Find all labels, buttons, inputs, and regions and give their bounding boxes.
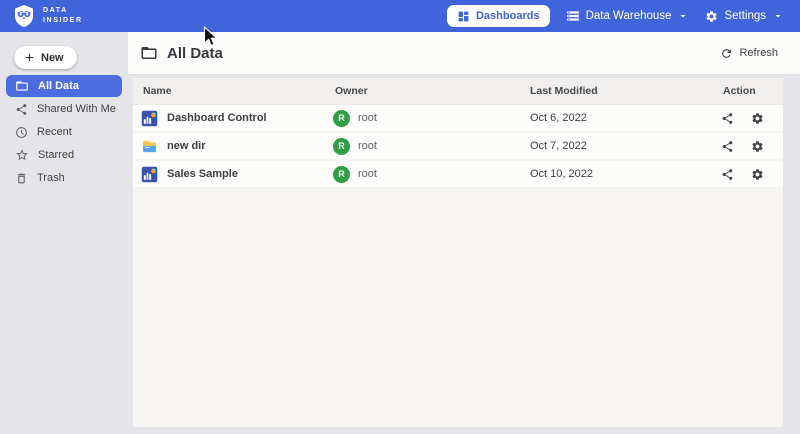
- sidebar-item-shared-with-me[interactable]: Shared With Me: [6, 98, 122, 120]
- table-header-row: Name Owner Last Modified Action: [133, 78, 783, 105]
- owl-logo-icon: [12, 4, 36, 28]
- dashboards-label: Dashboards: [476, 10, 540, 22]
- new-button-label: New: [41, 52, 64, 64]
- top-nav: Dashboards Data Warehouse Settings: [447, 0, 784, 32]
- last-modified-cell: Oct 6, 2022: [520, 112, 713, 124]
- owner-avatar: R: [333, 166, 350, 183]
- sidebar-item-all-data[interactable]: All Data: [6, 75, 122, 97]
- gear-icon[interactable]: [751, 112, 764, 125]
- file-name: Sales Sample: [167, 168, 238, 180]
- page-title: All Data: [140, 44, 223, 62]
- name-cell: Dashboard Control: [133, 110, 325, 127]
- folder-icon: [15, 79, 29, 93]
- refresh-label: Refresh: [739, 47, 778, 59]
- star-icon: [15, 148, 29, 162]
- owner-name: root: [358, 112, 377, 124]
- chevron-down-icon: [677, 10, 689, 22]
- trash-icon: [15, 172, 28, 185]
- share-icon[interactable]: [721, 168, 734, 181]
- action-cell: [713, 112, 783, 125]
- owner-cell: R root: [325, 110, 520, 127]
- page-title-text: All Data: [167, 45, 223, 62]
- data-warehouse-label: Data Warehouse: [586, 10, 672, 22]
- gear-icon[interactable]: [751, 140, 764, 153]
- content-header: All Data Refresh: [128, 32, 800, 75]
- file-name: new dir: [167, 140, 206, 152]
- brand-name: DATA INSIDER: [43, 6, 83, 26]
- dashboards-button[interactable]: Dashboards: [447, 5, 550, 27]
- chevron-down-icon: [772, 10, 784, 22]
- owner-name: root: [358, 140, 377, 152]
- sidebar-item-label: Trash: [37, 172, 65, 184]
- data-warehouse-menu[interactable]: Data Warehouse: [566, 9, 690, 23]
- share-icon[interactable]: [721, 112, 734, 125]
- sidebar: New All Data Shared With Me Recent Starr…: [0, 32, 128, 434]
- new-button[interactable]: New: [14, 46, 77, 69]
- sidebar-item-recent[interactable]: Recent: [6, 121, 122, 143]
- last-modified-cell: Oct 10, 2022: [520, 168, 713, 180]
- column-header-last-modified: Last Modified: [520, 85, 713, 97]
- column-header-action: Action: [713, 85, 783, 97]
- share-icon[interactable]: [721, 140, 734, 153]
- plus-icon: [23, 51, 36, 64]
- dashboard-file-icon: [141, 166, 158, 183]
- owner-avatar: R: [333, 110, 350, 127]
- share-icon: [15, 103, 28, 116]
- brand-logo[interactable]: DATA INSIDER: [12, 4, 83, 28]
- action-cell: [713, 168, 783, 181]
- file-name: Dashboard Control: [167, 112, 267, 124]
- table-row[interactable]: Sales Sample R root Oct 10, 2022: [133, 161, 783, 189]
- top-bar: DATA INSIDER Dashboards Data Warehouse S…: [0, 0, 800, 32]
- column-header-name: Name: [133, 85, 325, 97]
- refresh-button[interactable]: Refresh: [720, 47, 778, 60]
- sidebar-item-label: Recent: [37, 126, 72, 138]
- owner-avatar: R: [333, 138, 350, 155]
- action-cell: [713, 140, 783, 153]
- sidebar-item-label: All Data: [38, 80, 79, 92]
- sidebar-nav: All Data Shared With Me Recent Starred T…: [0, 75, 128, 189]
- last-modified-cell: Oct 7, 2022: [520, 140, 713, 152]
- dashboard-file-icon: [141, 110, 158, 127]
- clock-icon: [15, 126, 28, 139]
- owner-cell: R root: [325, 138, 520, 155]
- sidebar-item-trash[interactable]: Trash: [6, 167, 122, 189]
- table-row[interactable]: new dir R root Oct 7, 2022: [133, 133, 783, 161]
- gear-icon[interactable]: [751, 168, 764, 181]
- sidebar-item-label: Starred: [38, 149, 74, 161]
- table-body: Dashboard Control R root Oct 6, 2022 new…: [133, 105, 783, 189]
- dashboard-grid-icon: [457, 10, 470, 23]
- owner-name: root: [358, 168, 377, 180]
- name-cell: new dir: [133, 138, 325, 155]
- column-header-owner: Owner: [325, 85, 520, 97]
- gear-icon: [705, 10, 718, 23]
- owner-cell: R root: [325, 166, 520, 183]
- brand-line1: DATA: [43, 6, 83, 16]
- database-icon: [566, 9, 580, 23]
- file-table-card: Name Owner Last Modified Action Dashboar…: [133, 78, 783, 427]
- settings-menu[interactable]: Settings: [705, 10, 784, 23]
- refresh-icon: [720, 47, 733, 60]
- settings-label: Settings: [724, 10, 766, 22]
- sidebar-item-starred[interactable]: Starred: [6, 144, 122, 166]
- name-cell: Sales Sample: [133, 166, 325, 183]
- brand-line2: INSIDER: [43, 16, 83, 26]
- folder-file-icon: [141, 138, 158, 155]
- sidebar-item-label: Shared With Me: [37, 103, 116, 115]
- table-row[interactable]: Dashboard Control R root Oct 6, 2022: [133, 105, 783, 133]
- folder-icon: [140, 44, 158, 62]
